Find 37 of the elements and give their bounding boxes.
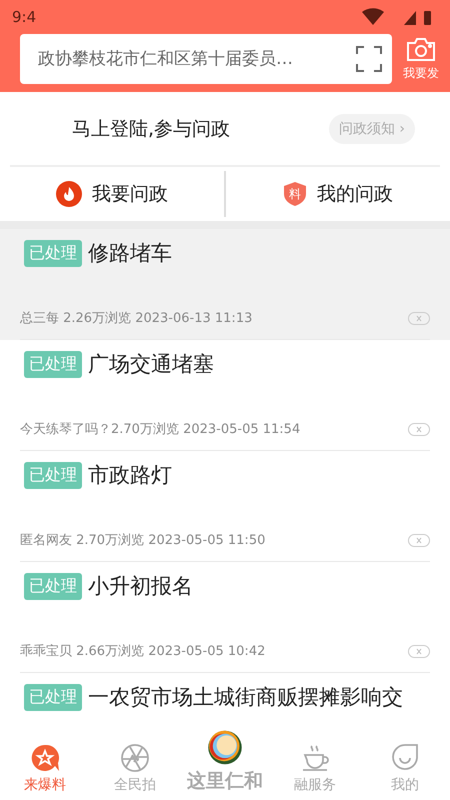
- star-icon: [30, 743, 60, 773]
- cup-icon: [300, 743, 330, 773]
- status-tag: 已处理: [24, 240, 82, 266]
- search-field[interactable]: 政协攀枝花市仁和区第十届委员…: [36, 48, 346, 70]
- login-prompt[interactable]: 马上登陆,参与问政: [72, 116, 230, 142]
- shield-label: 料: [289, 186, 301, 202]
- post-title: 修路堵车: [88, 240, 172, 267]
- status-tag: 已处理: [24, 572, 82, 600]
- face-icon: [390, 743, 420, 773]
- post-meta: 乖乖宝贝 2.66万浏览 2023-05-05 10:42: [20, 643, 266, 660]
- scan-icon[interactable]: [356, 46, 382, 72]
- post-meta: 匿名网友 2.70万浏览 2023-05-05 11:50: [20, 532, 266, 549]
- status-tag: 已处理: [24, 462, 82, 488]
- flame-icon: [56, 181, 82, 207]
- close-icon[interactable]: [408, 534, 430, 546]
- post-title: 小升初报名: [88, 573, 193, 600]
- post-meta: 总三每 2.26万浏览 2023-06-13 11:13: [20, 310, 252, 327]
- action-label: 我要问政: [92, 182, 168, 207]
- status-tag: 已处理: [24, 350, 82, 378]
- action-label: 我的问政: [317, 182, 393, 207]
- logo-icon: [206, 730, 244, 765]
- aperture-icon: [120, 743, 150, 773]
- status-tag: 已处理: [24, 684, 82, 710]
- post-meta: 今天练琴了吗？2.70万浏览 2023-05-05 11:54: [20, 421, 300, 438]
- status-time: 9:4: [12, 8, 36, 26]
- signal-icon: [404, 11, 416, 25]
- battery-icon: [424, 11, 431, 25]
- post-title: 一农贸市场土城街商贩摆摊影响交: [88, 684, 403, 711]
- search-bar[interactable]: 政协攀枝花市仁和区第十届委员…: [20, 34, 392, 84]
- post-item[interactable]: 已处理 修路堵车 总三每 2.26万浏览 2023-06-13 11:13: [0, 229, 450, 340]
- wifi-icon: [362, 8, 384, 25]
- post-title: 广场交通堵塞: [88, 351, 214, 378]
- close-icon[interactable]: [408, 422, 430, 436]
- post-title: 市政路灯: [88, 462, 172, 489]
- close-icon[interactable]: [408, 644, 430, 658]
- close-icon[interactable]: [408, 312, 430, 324]
- camera-icon: [406, 36, 436, 62]
